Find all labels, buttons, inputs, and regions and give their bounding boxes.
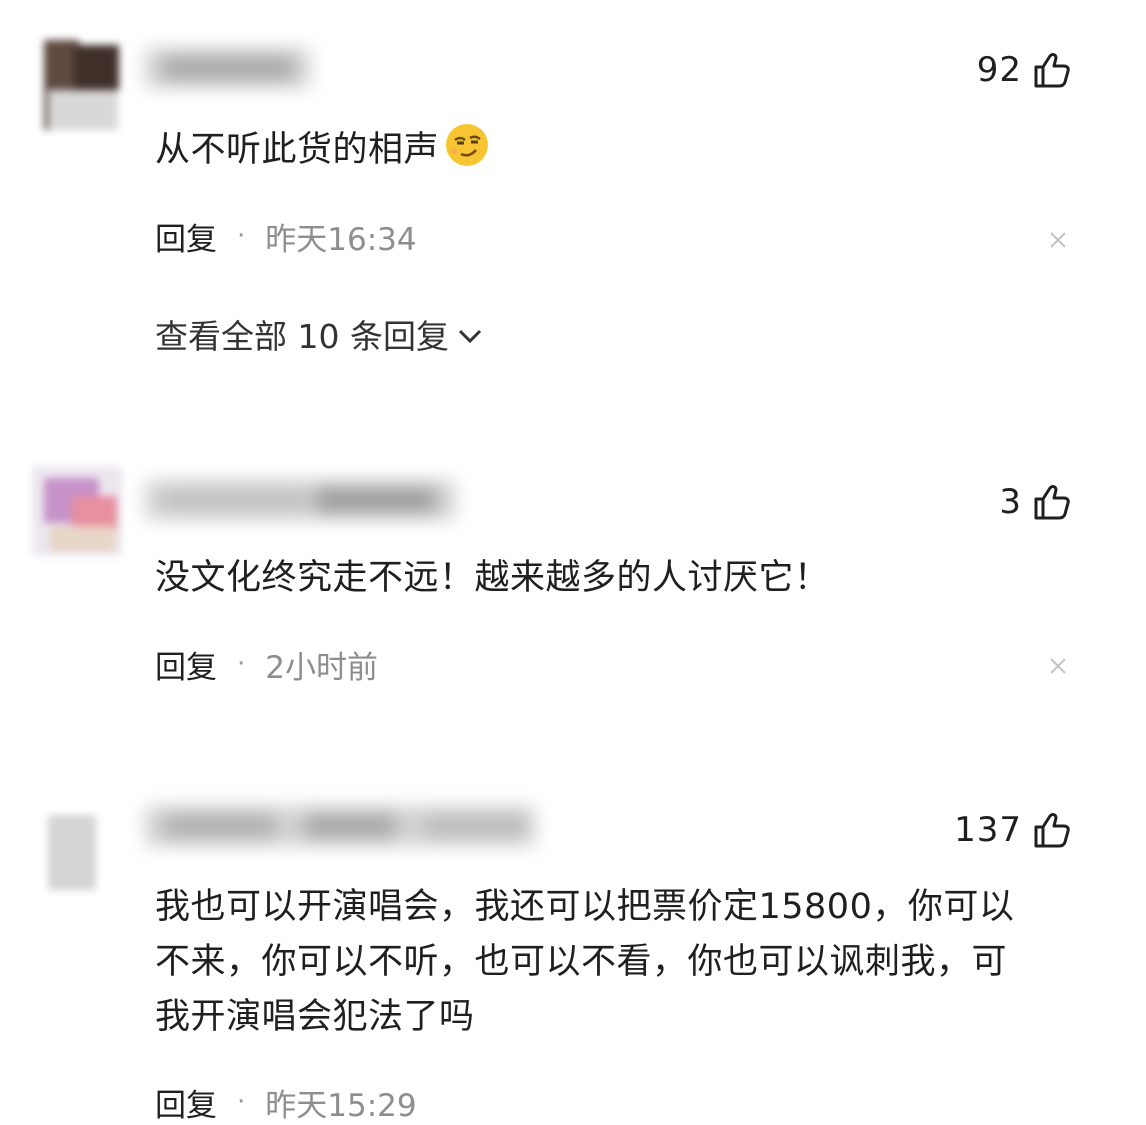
comment-text-line: 我开演唱会犯法了吗	[155, 997, 475, 1037]
view-all-replies-label: 查看全部 10 条回复	[155, 317, 449, 356]
like-count: 92	[976, 50, 1022, 90]
reply-button[interactable]: 回复	[155, 642, 217, 687]
username-blurred[interactable]	[145, 480, 455, 520]
comment-meta: 回复 · 昨天16:34	[155, 214, 417, 258]
reply-button[interactable]: 回复	[155, 214, 217, 259]
view-all-replies-button[interactable]: 查看全部 10 条回复	[155, 310, 483, 358]
like-group[interactable]: 92	[977, 46, 1072, 94]
like-group[interactable]: 137	[954, 806, 1072, 854]
separator-dot: ·	[237, 221, 246, 251]
thumbs-up-icon[interactable]	[1032, 482, 1072, 522]
username-blurred[interactable]	[145, 806, 535, 846]
reply-button[interactable]: 回复	[155, 1080, 217, 1125]
comment-meta: 回复 · 昨天15:29	[155, 1080, 417, 1124]
comment-meta: 回复 · 2小时前	[155, 642, 378, 686]
like-count: 3	[999, 482, 1022, 522]
like-count: 137	[954, 810, 1022, 850]
comment-time: 2小时前	[265, 649, 378, 686]
avatar[interactable]	[32, 466, 122, 556]
comment-text: 从不听此货的相声	[155, 121, 1085, 178]
chevron-down-icon	[457, 315, 483, 354]
smirk-emoji-icon	[443, 121, 491, 169]
username-blurred[interactable]	[145, 48, 310, 88]
thumbs-up-icon[interactable]	[1032, 50, 1072, 90]
comment-text: 我也可以开演唱会，我还可以把票价定15800，你可以 不来，你可以不听，也可以不…	[155, 880, 1085, 1045]
comment-text-line: 我也可以开演唱会，我还可以把票价定15800，你可以	[155, 887, 1015, 927]
close-icon[interactable]	[1048, 656, 1068, 676]
separator-dot: ·	[237, 649, 246, 679]
comment-time: 昨天15:29	[265, 1087, 417, 1124]
like-group[interactable]: 3	[999, 478, 1072, 526]
avatar[interactable]	[40, 810, 130, 900]
comment-text-line: 不来，你可以不听，也可以不看，你也可以讽刺我，可	[155, 942, 1008, 982]
close-icon[interactable]	[1048, 230, 1068, 250]
comment-time: 昨天16:34	[265, 221, 417, 258]
comment-text: 没文化终究走不远！越来越多的人讨厌它！	[155, 558, 830, 598]
separator-dot: ·	[237, 1087, 246, 1117]
avatar[interactable]	[34, 40, 124, 130]
thumbs-up-icon[interactable]	[1032, 810, 1072, 850]
